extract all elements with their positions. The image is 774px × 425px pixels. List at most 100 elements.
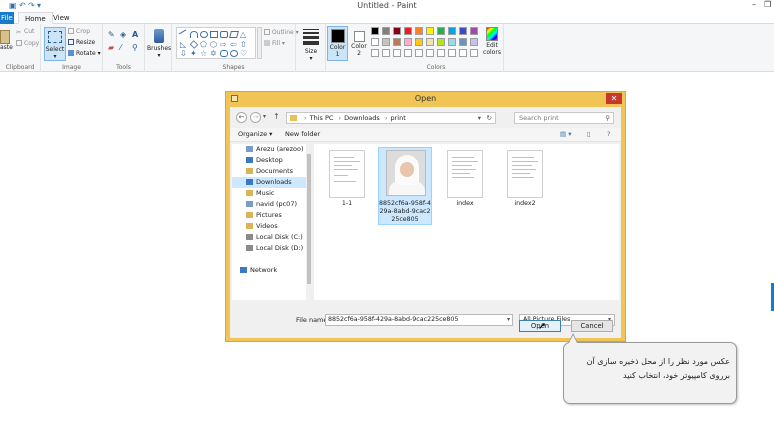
- five-point-star-shape-icon[interactable]: ☆: [200, 50, 208, 58]
- color1-button[interactable]: Color 1: [327, 26, 348, 61]
- color-swatch[interactable]: [426, 27, 434, 35]
- fill-button[interactable]: Fill ▾: [264, 40, 285, 47]
- nav-item-navid[interactable]: navid (pc07): [232, 199, 308, 210]
- color-swatch[interactable]: [404, 49, 412, 57]
- color2-button[interactable]: Color 2: [349, 26, 369, 61]
- paste-button[interactable]: aste: [0, 30, 13, 51]
- brushes-button[interactable]: Brushes ▾: [147, 29, 171, 59]
- text-icon[interactable]: A: [132, 30, 138, 39]
- color-swatch[interactable]: [382, 49, 390, 57]
- left-arrow-shape-icon[interactable]: ⇦: [230, 41, 238, 49]
- chevron-down-icon[interactable]: ▾: [507, 315, 510, 325]
- new-folder-button[interactable]: New folder: [285, 130, 320, 138]
- magnifier-icon[interactable]: ⚲: [132, 43, 138, 52]
- color-swatch[interactable]: [393, 38, 401, 46]
- tab-file[interactable]: File: [0, 12, 14, 24]
- nav-item-network[interactable]: Network: [232, 265, 308, 276]
- file-item[interactable]: 1-1: [320, 148, 374, 224]
- color-swatch[interactable]: [371, 27, 379, 35]
- color-swatch[interactable]: [426, 38, 434, 46]
- color-swatch[interactable]: [415, 49, 423, 57]
- color-swatch[interactable]: [415, 27, 423, 35]
- copy-button[interactable]: Copy: [16, 40, 39, 47]
- color-swatch[interactable]: [448, 38, 456, 46]
- six-point-star-shape-icon[interactable]: ✡: [210, 50, 218, 58]
- diamond-shape-icon[interactable]: [189, 40, 199, 49]
- nav-item-music[interactable]: Music: [232, 188, 308, 199]
- color-picker-icon[interactable]: ⁄: [120, 43, 121, 52]
- breadcrumb-print[interactable]: print: [391, 114, 406, 122]
- color-swatch[interactable]: [382, 38, 390, 46]
- file-item[interactable]: index2: [498, 148, 552, 224]
- right-triangle-shape-icon[interactable]: ◺: [180, 41, 188, 49]
- up-arrow-icon[interactable]: ↑: [273, 112, 280, 121]
- color-swatch[interactable]: [459, 38, 467, 46]
- search-input[interactable]: Search print ⚲: [514, 112, 614, 124]
- rounded-rectangle-shape-icon[interactable]: [220, 31, 228, 38]
- color-swatch[interactable]: [404, 38, 412, 46]
- pencil-icon[interactable]: ✎: [108, 30, 115, 39]
- rotate-button[interactable]: Rotate ▾: [68, 50, 101, 57]
- file-name-input[interactable]: 8852cf6a-958f-429a-8abd-9cac225ce805 ▾: [325, 314, 513, 326]
- triangle-shape-icon[interactable]: △: [240, 31, 248, 39]
- nav-item-downloads[interactable]: Downloads: [232, 177, 308, 188]
- outline-button[interactable]: Outline ▾: [264, 29, 299, 36]
- color-swatch[interactable]: [459, 27, 467, 35]
- color-swatch[interactable]: [459, 49, 467, 57]
- edit-colors-button[interactable]: Edit colors: [482, 27, 502, 56]
- nav-scrollbar[interactable]: [306, 144, 312, 300]
- polygon-shape-icon[interactable]: [229, 31, 239, 38]
- color-swatch[interactable]: [371, 49, 379, 57]
- color-swatch[interactable]: [470, 38, 478, 46]
- size-button[interactable]: Size ▾: [300, 27, 322, 62]
- minimize-icon[interactable]: –: [752, 0, 756, 9]
- help-icon[interactable]: ?: [607, 130, 610, 138]
- tab-view[interactable]: View: [47, 12, 76, 24]
- color-swatch[interactable]: [437, 38, 445, 46]
- hexagon-shape-icon[interactable]: ⬡: [210, 41, 218, 49]
- recent-chevron-icon[interactable]: ▾: [263, 113, 266, 120]
- breadcrumb-this-pc[interactable]: This PC: [310, 114, 334, 122]
- select-button[interactable]: Select ▾: [44, 27, 66, 61]
- curve-shape-icon[interactable]: [190, 31, 198, 38]
- up-arrow-shape-icon[interactable]: ⇧: [240, 41, 248, 49]
- callout-shape-icon[interactable]: [220, 50, 228, 57]
- pentagon-shape-icon[interactable]: ⬠: [200, 41, 208, 49]
- file-item-selected[interactable]: 8852cf6a-958f-429a-8abd-9cac225ce805: [378, 147, 432, 225]
- resize-button[interactable]: Resize: [68, 39, 95, 46]
- color-swatch[interactable]: [426, 49, 434, 57]
- color-swatch[interactable]: [393, 27, 401, 35]
- nav-scrollbar-thumb[interactable]: [307, 154, 311, 284]
- nav-item-desktop[interactable]: Desktop: [232, 155, 308, 166]
- nav-item-local-disk-d[interactable]: Local Disk (D:): [232, 243, 308, 254]
- nav-item-local-disk-c[interactable]: Local Disk (C:): [232, 232, 308, 243]
- four-point-star-shape-icon[interactable]: ✦: [190, 50, 198, 58]
- shapes-gallery-scroll[interactable]: [257, 27, 262, 59]
- close-icon[interactable]: ✕: [606, 93, 622, 104]
- line-shape-icon[interactable]: [178, 29, 190, 40]
- file-item[interactable]: index: [438, 148, 492, 224]
- breadcrumb-downloads[interactable]: Downloads: [344, 114, 380, 122]
- preview-pane-icon[interactable]: ▯: [587, 130, 591, 138]
- nav-item-pictures[interactable]: Pictures: [232, 210, 308, 221]
- heart-shape-icon[interactable]: ♡: [240, 50, 248, 58]
- right-arrow-shape-icon[interactable]: ⇨: [220, 41, 228, 49]
- down-arrow-shape-icon[interactable]: ⇩: [180, 50, 188, 58]
- color-swatch[interactable]: [470, 27, 478, 35]
- fill-bucket-icon[interactable]: ◈: [120, 30, 126, 39]
- shapes-gallery[interactable]: △ ◺ ⬠ ⬡ ⇨ ⇦ ⇧ ⇩ ✦ ☆ ✡ ♡: [176, 27, 256, 59]
- nav-item-videos[interactable]: Videos: [232, 221, 308, 232]
- forward-arrow-icon[interactable]: →: [250, 112, 261, 123]
- address-bar[interactable]: › This PC › Downloads › print ▾ ↻: [286, 112, 496, 124]
- color-swatch[interactable]: [415, 38, 423, 46]
- color-swatch[interactable]: [470, 49, 478, 57]
- color-swatch[interactable]: [437, 49, 445, 57]
- color-swatch[interactable]: [448, 49, 456, 57]
- color-swatch[interactable]: [371, 38, 379, 46]
- color-swatch[interactable]: [437, 27, 445, 35]
- color-swatch[interactable]: [404, 27, 412, 35]
- crop-button[interactable]: Crop: [68, 28, 90, 35]
- cut-button[interactable]: ✂ Cut: [16, 28, 34, 36]
- oval-shape-icon[interactable]: [200, 31, 208, 38]
- color-swatch[interactable]: [448, 27, 456, 35]
